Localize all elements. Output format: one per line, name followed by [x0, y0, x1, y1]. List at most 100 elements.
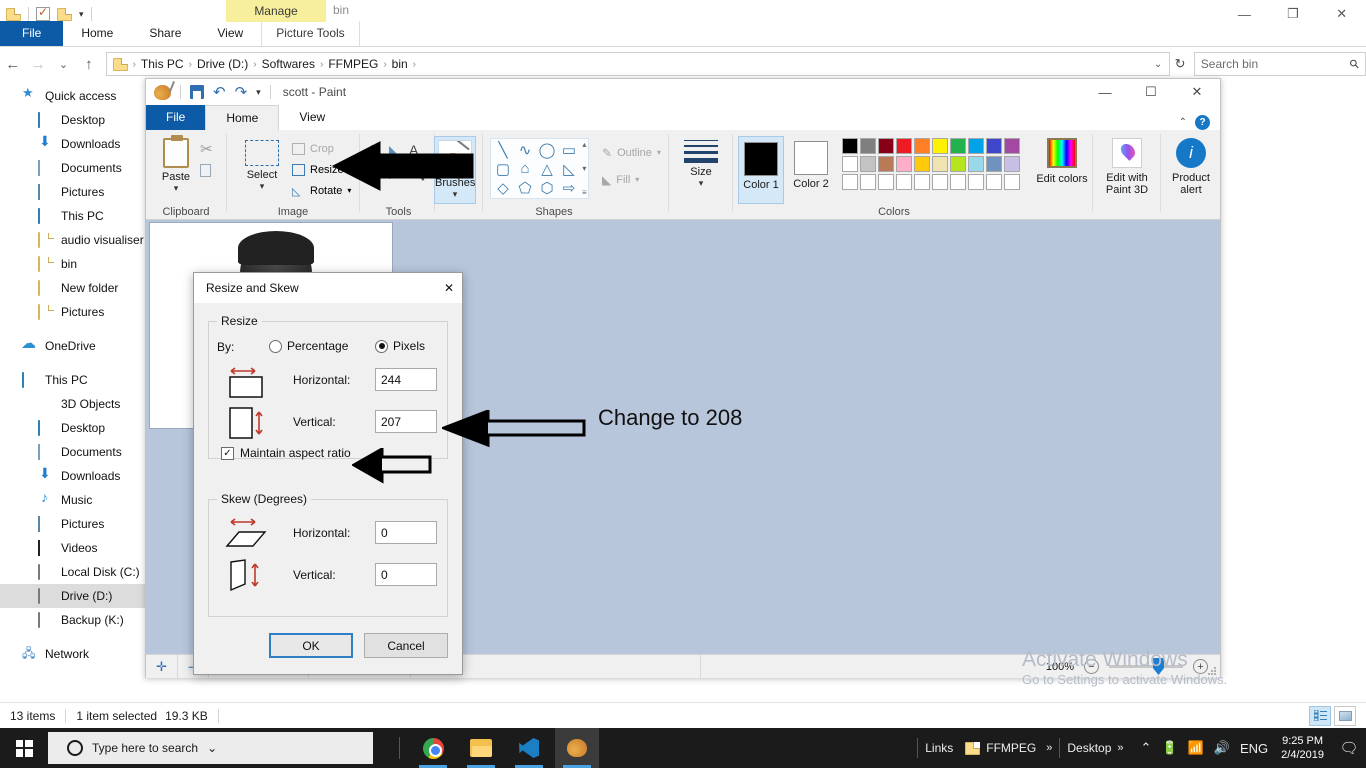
size-caret[interactable]: ▾ [684, 178, 718, 189]
help-icon[interactable]: ? [1195, 115, 1210, 130]
shape-arrow-icon[interactable]: ⇨ [558, 178, 580, 197]
zoom-out-button[interactable]: − [1084, 659, 1099, 674]
customize-qat-caret[interactable]: ▾ [79, 9, 84, 20]
sidebar-item-network[interactable]: Network [0, 642, 145, 666]
large-icons-view-icon[interactable] [1334, 705, 1356, 726]
color-swatch-1-0[interactable] [842, 156, 858, 172]
sidebar-item-pictures[interactable]: Pictures [0, 180, 145, 204]
close-icon[interactable]: ✕ [424, 273, 462, 303]
action-center-icon[interactable]: 🗨 [1332, 728, 1366, 768]
radio-percentage-indicator[interactable] [269, 339, 282, 353]
breadcrumb-drive-d[interactable]: Drive (D:) [193, 57, 252, 71]
chevron-down-icon[interactable]: ⌄ [1154, 59, 1169, 70]
ok-button[interactable]: OK [269, 633, 353, 658]
outline-button[interactable]: ✎ Outline ▾ [602, 142, 661, 163]
tab-share[interactable]: Share [131, 21, 199, 46]
zoom-slider-thumb[interactable] [1153, 658, 1164, 675]
minimize-button[interactable]: — [1082, 79, 1128, 105]
color-swatch-2-1[interactable] [860, 174, 876, 190]
sidebar-item-desktop[interactable]: Desktop [0, 108, 145, 132]
color-swatch-2-7[interactable] [968, 174, 984, 190]
sidebar-item-quick-access[interactable]: Quick access [0, 84, 145, 108]
sidebar-item-documents[interactable]: Documents [0, 156, 145, 180]
sidebar-item-pictures-folder[interactable]: Pictures [0, 300, 145, 324]
sidebar-item-onedrive[interactable]: OneDrive [0, 334, 145, 358]
breadcrumb-this-pc[interactable]: This PC [137, 57, 188, 71]
battery-icon[interactable]: 🔋 [1156, 740, 1182, 756]
scroll-down-icon[interactable]: ▾ [582, 164, 586, 173]
color-swatch-2-6[interactable] [950, 174, 966, 190]
cancel-button[interactable]: Cancel [364, 633, 448, 658]
taskbar-vscode[interactable] [507, 728, 551, 768]
shape-line-icon[interactable]: ╲ [492, 140, 514, 159]
checkbox-indicator[interactable]: ✓ [221, 446, 234, 460]
taskbar-file-explorer[interactable] [459, 728, 503, 768]
sidebar-item-pictures-pc[interactable]: Pictures [0, 512, 145, 536]
breadcrumb-ffmpeg[interactable]: FFMPEG [324, 57, 382, 71]
sidebar-item-downloads[interactable]: Downloads [0, 132, 145, 156]
select-button[interactable]: Select ▾ [238, 140, 286, 192]
scroll-up-icon[interactable]: ▴ [582, 140, 586, 149]
properties-icon[interactable] [36, 5, 50, 21]
recent-locations-caret[interactable]: ⌄ [51, 58, 76, 71]
refresh-icon[interactable]: ↻ [1170, 56, 1190, 72]
color-1-button[interactable]: Color 1 [738, 136, 784, 204]
shape-pentagon-icon[interactable]: ⬠ [514, 178, 536, 197]
horizontal-input[interactable]: 244 [375, 368, 437, 391]
color-swatch-1-1[interactable] [860, 156, 876, 172]
paint-tab-home[interactable]: Home [205, 105, 280, 130]
paste-button[interactable]: Paste ▾ [154, 135, 198, 194]
search-icon[interactable]: ⚲ [1347, 56, 1363, 72]
collapse-ribbon-caret[interactable]: ⌃ [1179, 117, 1187, 128]
contextual-tab-manage[interactable]: Manage [226, 0, 326, 22]
redo-icon[interactable]: ↷ [235, 83, 248, 101]
color-swatch-2-2[interactable] [878, 174, 894, 190]
customize-qat-caret[interactable]: ▾ [256, 87, 261, 98]
tab-view[interactable]: View [199, 21, 261, 46]
shapes-scrollbar[interactable]: ▴ ▾ ≡ [582, 140, 587, 197]
paint-tab-file[interactable]: File [146, 105, 206, 130]
radio-percentage[interactable]: Percentage [269, 339, 348, 353]
color-swatch-2-0[interactable] [842, 174, 858, 190]
sidebar-item-new-folder[interactable]: New folder [0, 276, 145, 300]
shapes-gallery[interactable]: ╲ ∿ ◯ ▭ ▢ ⌂ △ ◺ ◇ ⬠ ⬡ ⇨ [492, 140, 580, 197]
color-swatch-0-8[interactable] [986, 138, 1002, 154]
color-swatch-0-4[interactable] [914, 138, 930, 154]
shape-diamond-icon[interactable]: ◇ [492, 178, 514, 197]
shape-polygon-icon[interactable]: ⌂ [514, 159, 536, 178]
toolbar-ffmpeg-label[interactable]: FFMPEG [986, 741, 1036, 755]
color-swatch-0-1[interactable] [860, 138, 876, 154]
skew-horizontal-input[interactable]: 0 [375, 521, 437, 544]
edit-with-paint-3d-button[interactable]: Edit with Paint 3D [1102, 138, 1152, 196]
color-swatch-2-9[interactable] [1004, 174, 1020, 190]
taskbar-chrome[interactable] [411, 728, 455, 768]
microphone-icon[interactable]: ⌄ [207, 741, 217, 755]
color-swatch-2-5[interactable] [932, 174, 948, 190]
color-swatch-0-5[interactable] [932, 138, 948, 154]
shape-triangle-icon[interactable]: △ [536, 159, 558, 178]
color-swatch-1-3[interactable] [896, 156, 912, 172]
start-button[interactable] [0, 728, 48, 768]
color-2-button[interactable]: Color 2 [788, 136, 834, 204]
color-swatch-2-4[interactable] [914, 174, 930, 190]
sidebar-item-3d-objects[interactable]: 3D Objects [0, 392, 145, 416]
select-caret[interactable]: ▾ [238, 181, 286, 192]
shape-curve-icon[interactable]: ∿ [514, 140, 536, 159]
radio-pixels-indicator[interactable] [375, 339, 388, 353]
zoom-in-button[interactable]: + [1193, 659, 1208, 674]
tab-file[interactable]: File [0, 21, 64, 46]
sidebar-item-downloads-pc[interactable]: Downloads [0, 464, 145, 488]
fill-caret[interactable]: ▾ [635, 175, 639, 184]
radio-pixels[interactable]: Pixels [375, 339, 425, 353]
color-swatch-grid[interactable] [842, 138, 1021, 191]
product-alert-button[interactable]: i Product alert [1167, 138, 1215, 196]
new-folder-icon[interactable] [57, 7, 72, 21]
shape-rectangle-icon[interactable]: ▭ [558, 140, 580, 159]
fill-button[interactable]: ◣ Fill ▾ [602, 169, 661, 190]
sidebar-item-desktop-pc[interactable]: Desktop [0, 416, 145, 440]
skew-vertical-input[interactable]: 0 [375, 563, 437, 586]
color-swatch-0-6[interactable] [950, 138, 966, 154]
back-button[interactable]: ← [0, 56, 25, 73]
toolbar-overflow-icon[interactable]: » [1046, 742, 1052, 754]
forward-button[interactable]: → [25, 56, 50, 73]
